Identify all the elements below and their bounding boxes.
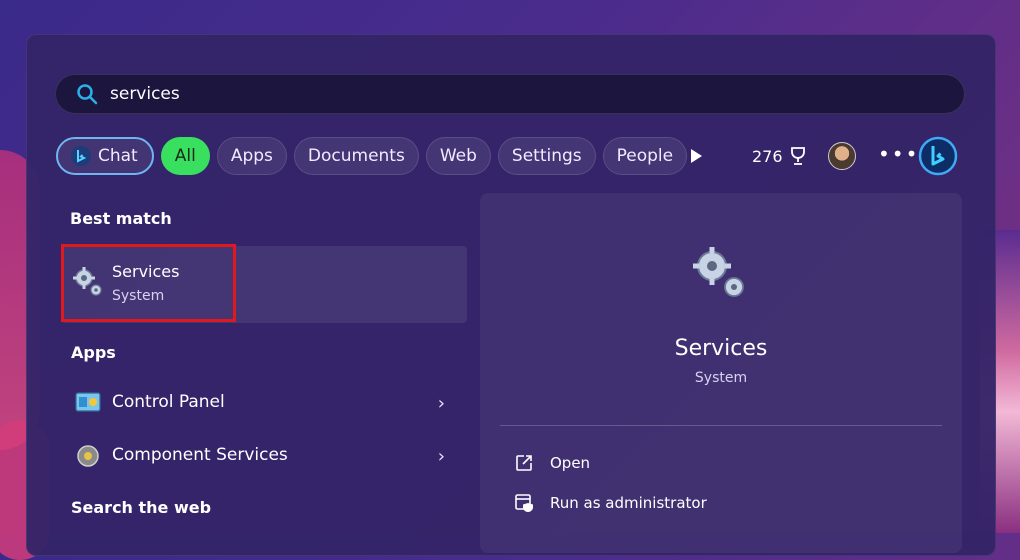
app-item-label: Control Panel [112,392,225,412]
services-gear-icon [693,247,744,297]
filter-documents[interactable]: Documents [293,137,419,175]
filter-all[interactable]: All [160,137,210,175]
filter-people[interactable]: People [602,137,688,175]
filter-chat[interactable]: Chat [56,137,154,175]
bing-chat-icon [71,146,91,166]
filter-settings-label: Settings [511,146,582,166]
open-action-label: Open [550,454,591,472]
best-match-heading: Best match [70,209,172,228]
more-options-icon[interactable]: ••• [878,142,919,166]
filter-documents-label: Documents [307,146,405,166]
filter-apps-label: Apps [230,146,273,166]
chevron-right-icon[interactable]: › [438,393,445,414]
app-item-label: Component Services [112,445,288,465]
control-panel-icon [75,392,101,412]
shield-admin-icon [515,494,533,513]
apps-heading: Apps [71,343,116,362]
user-avatar[interactable] [828,142,856,170]
search-input[interactable] [108,83,812,105]
search-box[interactable] [55,74,965,114]
filter-bar: Chat All Apps Documents Web Settings Peo… [56,136,694,176]
rewards-points-value: 276 [752,146,783,166]
divider [500,425,942,426]
run-as-admin-label: Run as administrator [550,494,707,512]
run-as-admin-action[interactable]: Run as administrator [514,493,707,513]
chevron-right-icon[interactable]: › [438,446,445,467]
app-item-component-services[interactable]: Component Services › [61,432,467,480]
filter-chat-label: Chat [98,146,138,166]
filter-web-label: Web [439,146,477,166]
app-item-control-panel[interactable]: Control Panel › [61,379,467,427]
filter-people-label: People [616,146,674,166]
trophy-icon [790,147,805,165]
filter-apps[interactable]: Apps [216,137,287,175]
more-filters-play-icon[interactable] [686,146,706,166]
component-services-icon [77,445,99,467]
preview-subtitle: System [694,370,748,386]
search-icon [77,84,98,105]
bing-icon[interactable] [918,136,958,176]
preview-title: Services [674,336,768,361]
filter-web[interactable]: Web [425,137,491,175]
open-action[interactable]: Open [514,453,590,473]
open-external-icon [516,455,532,471]
search-web-heading: Search the web [71,498,212,517]
rewards-points[interactable]: 276 [752,146,807,166]
filter-all-label: All [174,146,196,166]
highlight-box [61,244,236,322]
filter-settings[interactable]: Settings [497,137,596,175]
